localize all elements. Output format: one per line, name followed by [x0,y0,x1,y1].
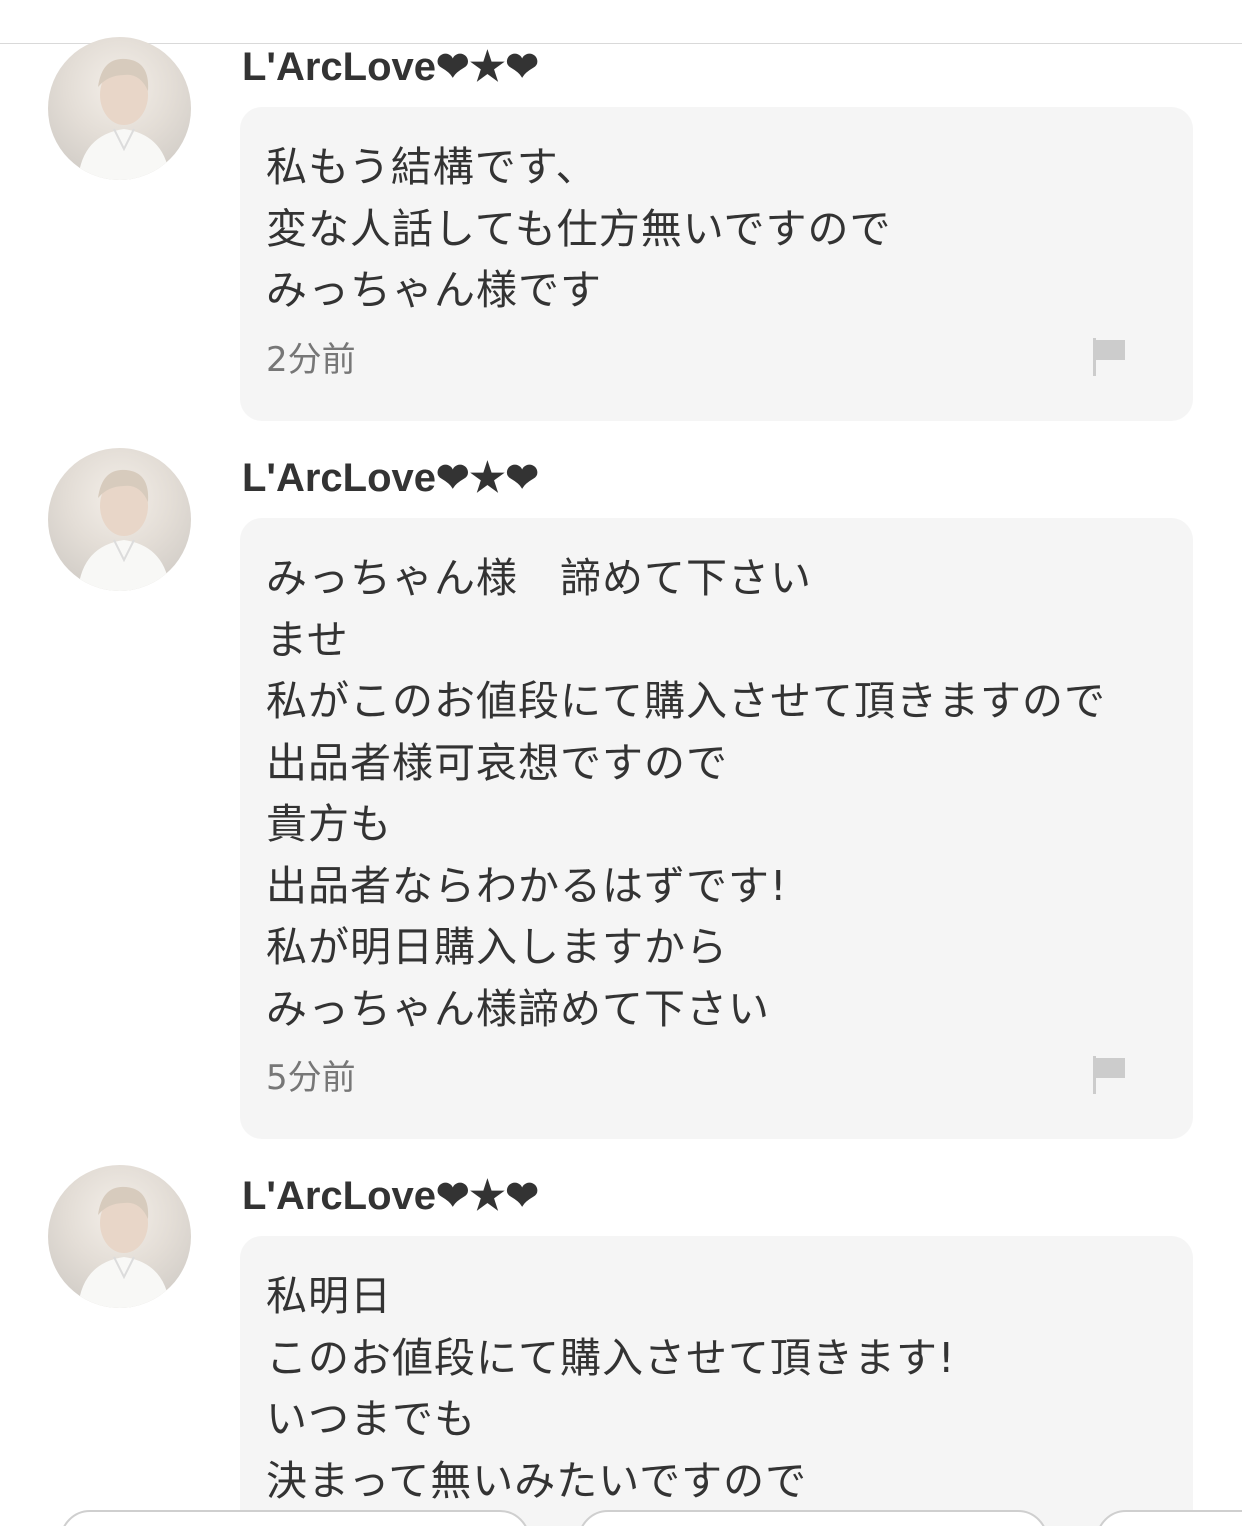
bottom-pill-button[interactable] [1096,1510,1242,1526]
comment-meta: 2分前 [266,322,1167,402]
comment-line: 決まって無いみたいですので [266,1456,808,1505]
bottom-pill-button[interactable] [578,1510,1048,1526]
comment-bubble: 私明日 このお値段にて購入させて頂きます! いつまでも 決まって無いみたいですの… [240,1236,1193,1526]
bottom-action-bar [0,1506,1242,1526]
comment-username[interactable]: L'ArcLove❤︎★❤︎ [242,1173,539,1219]
comment-timestamp: 2分前 [266,339,356,380]
comment-line: 私が明日購入しますから [266,923,728,971]
comment-line: 私もう結構です、 [266,143,598,191]
comment-username[interactable]: L'ArcLove❤︎★❤︎ [242,455,539,501]
comment-body: 私もう結構です、 変な人話しても仕方無いですので みっちゃん様です [266,137,1167,322]
comment-meta: 5分前 [266,1040,1167,1120]
comment-line: このお値段にて購入させて頂きます! [266,1333,956,1382]
user-avatar[interactable] [48,37,191,180]
comment-line: 私がこのお値段にて購入させて頂きますので [266,677,1106,725]
comment-line: ませ [266,615,349,664]
flag-icon[interactable] [1091,1054,1127,1096]
comment-username[interactable]: L'ArcLove❤︎★❤︎ [242,44,539,90]
user-avatar[interactable] [48,448,191,591]
comment-body: 私明日 このお値段にて購入させて頂きます! いつまでも 決まって無いみたいですの… [266,1266,1167,1512]
top-divider [0,43,1242,44]
comment-bubble: 私もう結構です、 変な人話しても仕方無いですので みっちゃん様です 2分前 [240,107,1193,421]
comment-line: 変な人話しても仕方無いですので [266,204,892,253]
comment-line: みっちゃん様諦めて下さい [266,984,770,1033]
comment-line: 出品者ならわかるはずです! [266,861,788,910]
comment-timestamp: 5分前 [266,1058,356,1098]
comment-bubble: みっちゃん様 諦めて下さい ませ 私がこのお値段にて購入させて頂きますので 出品… [240,518,1193,1139]
comment-line: 私明日 [266,1272,392,1320]
comment-line: いつまでも [266,1395,476,1443]
comment-line: 貴方も [266,800,392,848]
comment-body: みっちゃん様 諦めて下さい ませ 私がこのお値段にて購入させて頂きますので 出品… [266,548,1167,1040]
comment-line: みっちゃん様です [266,266,602,314]
comment-line: みっちゃん様 諦めて下さい [266,554,812,602]
user-avatar[interactable] [48,1165,191,1308]
comment-line: 出品者様可哀想ですので [266,738,728,787]
bottom-pill-button[interactable] [60,1510,530,1526]
comment-thread: L'ArcLove❤︎★❤︎ 私もう結構です、 変な人話しても仕方無いですので … [0,0,1242,1526]
flag-icon[interactable] [1091,336,1127,378]
